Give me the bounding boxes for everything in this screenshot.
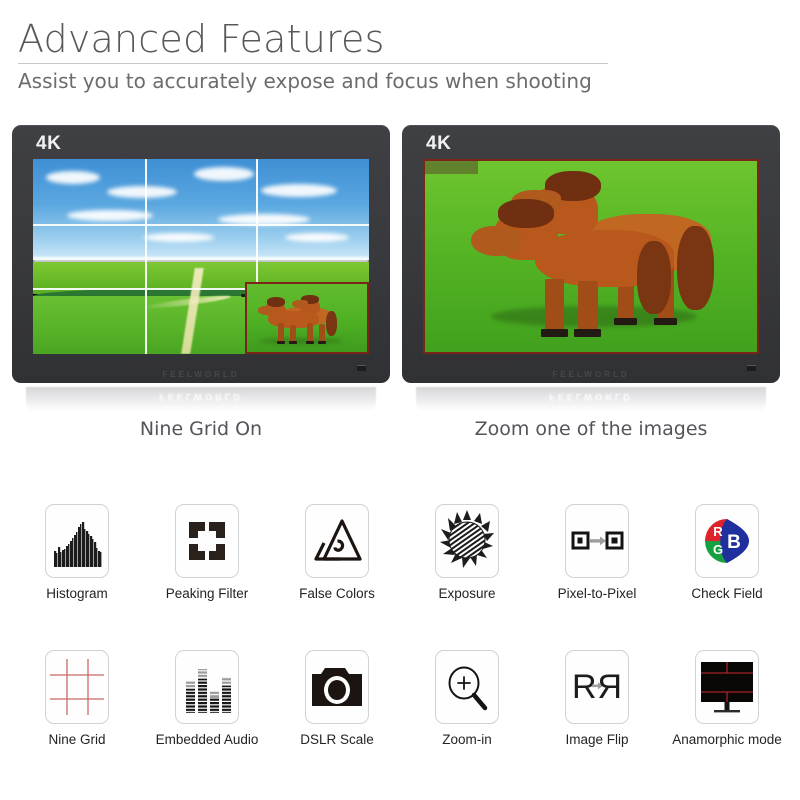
reflection-brand: FEELWORLD <box>159 392 243 402</box>
peaking-filter-icon <box>175 504 239 578</box>
cloud <box>66 209 153 221</box>
cloud <box>46 170 101 184</box>
zoom-selection-box[interactable] <box>244 281 369 354</box>
feature-zoom-in[interactable]: Zoom-in <box>402 638 532 747</box>
feature-label: Embedded Audio <box>155 732 259 747</box>
feature-false-colors[interactable]: False Colors <box>272 492 402 601</box>
histogram-icon <box>45 504 109 578</box>
monitor-reflection: FEELWORLD <box>26 387 376 413</box>
feature-nine-grid[interactable]: Nine Grid <box>12 638 142 747</box>
monitor-brand: FEELWORLD <box>162 370 240 379</box>
embedded-audio-icon <box>175 650 239 724</box>
title-divider <box>18 63 608 64</box>
monitor-body: 4K FEELWORLD <box>12 125 390 383</box>
monitor-caption-nine-grid: Nine Grid On <box>139 418 263 440</box>
feature-row-1: Histogram Peaking Filter False Colors Ex… <box>0 492 800 638</box>
check-field-letter-g: G <box>713 542 723 557</box>
zoomed-horses-scene <box>246 283 367 352</box>
reflection-brand: FEELWORLD <box>549 392 633 402</box>
monitor-card-nine-grid: 4K FEELWORLD FEELWORLD Nine Grid On <box>12 125 402 455</box>
cloud <box>194 166 255 181</box>
feature-label: Exposure <box>438 586 496 601</box>
feature-label: Image Flip <box>565 732 629 747</box>
feature-label: Peaking Filter <box>165 586 249 601</box>
feature-label: DSLR Scale <box>300 732 374 747</box>
feature-label: Nine Grid <box>48 732 106 747</box>
horses-scene <box>425 161 757 352</box>
monitor-screen <box>33 159 369 354</box>
page-header: Advanced Features Assist you to accurate… <box>18 16 618 95</box>
monitor-body: 4K FEELWORLD <box>402 125 780 383</box>
page-subtitle: Assist you to accurately expose and focu… <box>18 69 592 93</box>
feature-anamorphic-mode[interactable]: Anamorphic mode <box>662 638 792 747</box>
monitor-caption-zoom: Zoom one of the images <box>474 418 708 440</box>
feature-dslr-scale[interactable]: DSLR Scale <box>272 638 402 747</box>
false-colors-icon <box>305 504 369 578</box>
check-field-letter-b: B <box>727 532 741 553</box>
check-field-letter-r: R <box>713 524 723 539</box>
feature-grid: Histogram Peaking Filter False Colors Ex… <box>0 492 800 784</box>
feature-histogram[interactable]: Histogram <box>12 492 142 601</box>
image-flip-letter-mirrored: R <box>597 668 622 706</box>
monitor-card-zoom: 4K FEELWORLD FEELWORLD Zoom one of the i… <box>402 125 792 455</box>
feature-label: Anamorphic mode <box>672 732 782 747</box>
monitor-screen <box>423 159 759 354</box>
feature-embedded-audio[interactable]: Embedded Audio <box>142 638 272 747</box>
monitor-reflection: FEELWORLD <box>416 387 766 413</box>
feature-label: Histogram <box>46 586 108 601</box>
pixel-to-pixel-icon <box>565 504 629 578</box>
exposure-sun-icon <box>435 504 499 578</box>
feature-row-2: Nine Grid Embedded Audio DSLR Scale Zoom… <box>0 638 800 784</box>
image-flip-icon: R R <box>565 650 629 724</box>
nine-grid-icon <box>45 650 109 724</box>
feature-check-field[interactable]: R G B Check Field <box>662 492 792 601</box>
dslr-camera-icon <box>305 650 369 724</box>
cloud <box>217 213 310 225</box>
resolution-badge-4k: 4K <box>36 133 62 154</box>
check-field-rgb-icon: R G B <box>695 504 759 578</box>
anamorphic-monitor-icon <box>695 650 759 724</box>
magnifier-plus-icon <box>435 650 499 724</box>
feature-label: Check Field <box>691 586 763 601</box>
page-title: Advanced Features <box>18 17 385 61</box>
feature-label: False Colors <box>299 586 375 601</box>
monitor-brand: FEELWORLD <box>552 370 630 379</box>
feature-exposure[interactable]: Exposure <box>402 492 532 601</box>
feature-label: Pixel-to-Pixel <box>557 586 637 601</box>
feature-pixel-to-pixel[interactable]: Pixel-to-Pixel <box>532 492 662 601</box>
feature-label: Zoom-in <box>442 732 492 747</box>
feature-peaking-filter[interactable]: Peaking Filter <box>142 492 272 601</box>
monitor-showcase: 4K FEELWORLD FEELWORLD Nine Grid On 4K F… <box>0 125 800 455</box>
feature-image-flip[interactable]: R R Image Flip <box>532 638 662 747</box>
resolution-badge-4k: 4K <box>426 133 452 154</box>
